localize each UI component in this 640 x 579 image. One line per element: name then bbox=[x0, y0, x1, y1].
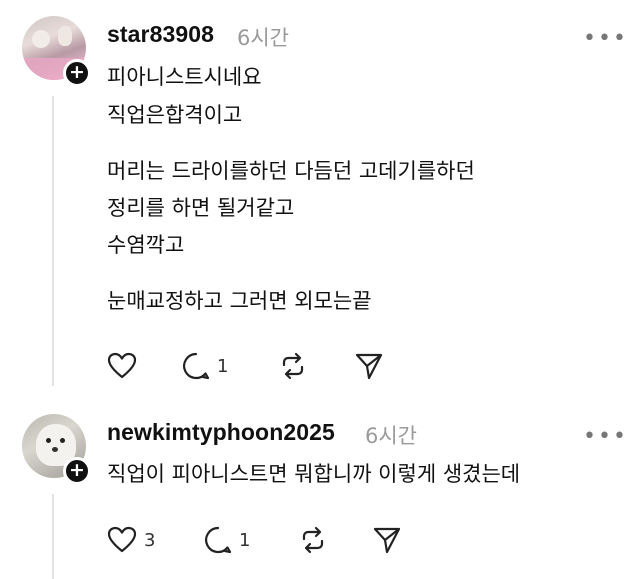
more-icon[interactable]: ••• bbox=[583, 426, 628, 448]
reply-button[interactable]: 1 bbox=[181, 350, 228, 382]
comment-text-line: 피아니스트시네요 bbox=[107, 65, 262, 89]
reply-button[interactable]: 1 bbox=[203, 524, 250, 556]
more-icon[interactable]: ••• bbox=[583, 28, 628, 50]
follow-plus-icon[interactable]: + bbox=[63, 457, 91, 485]
timestamp: 6시간 bbox=[365, 424, 418, 448]
like-button[interactable] bbox=[106, 350, 138, 382]
repost-icon bbox=[282, 352, 304, 380]
repost-button[interactable] bbox=[298, 524, 328, 556]
avatar-detail bbox=[58, 26, 72, 46]
send-icon bbox=[373, 527, 401, 554]
comment-text-line: 직업이 피아니스트면 뭐합니까 이렇게 생겼는데 bbox=[107, 462, 521, 486]
heart-icon bbox=[107, 526, 137, 553]
comment-text-line: 머리는 드라이를하던 다듬던 고데기를하던 bbox=[107, 159, 475, 183]
repost-button[interactable] bbox=[278, 350, 308, 382]
avatar-detail bbox=[32, 30, 50, 48]
action-bar: 1 bbox=[106, 350, 406, 382]
comment-text-line: 정리를 하면 될거같고 bbox=[107, 196, 295, 220]
send-icon bbox=[355, 353, 383, 380]
thread-line bbox=[52, 494, 54, 579]
reply-count: 1 bbox=[239, 529, 251, 551]
heart-icon bbox=[107, 352, 137, 379]
comment-icon bbox=[183, 352, 210, 380]
comment-icon bbox=[205, 526, 232, 554]
action-bar: 3 1 bbox=[106, 524, 406, 556]
avatar-detail bbox=[52, 447, 58, 452]
like-count: 3 bbox=[144, 529, 156, 551]
comment-text-line: 눈매교정하고 그러면 외모는끝 bbox=[107, 289, 372, 313]
comment-text-line: 직업은합격이고 bbox=[107, 103, 243, 127]
share-button[interactable] bbox=[372, 524, 402, 556]
reply-count: 1 bbox=[217, 355, 229, 377]
username[interactable]: star83908 bbox=[107, 21, 214, 48]
like-button[interactable]: 3 bbox=[106, 524, 155, 556]
username[interactable]: newkimtyphoon2025 bbox=[107, 419, 335, 446]
avatar-container: + bbox=[22, 16, 91, 87]
repost-icon bbox=[302, 526, 324, 554]
follow-plus-icon[interactable]: + bbox=[63, 59, 91, 87]
timestamp: 6시간 bbox=[237, 26, 290, 50]
comment-text-line: 수염깍고 bbox=[107, 233, 185, 257]
avatar-container: + bbox=[22, 414, 91, 485]
avatar-detail bbox=[60, 438, 65, 443]
share-button[interactable] bbox=[354, 350, 384, 382]
avatar-detail bbox=[46, 438, 51, 443]
thread-line bbox=[52, 96, 54, 386]
